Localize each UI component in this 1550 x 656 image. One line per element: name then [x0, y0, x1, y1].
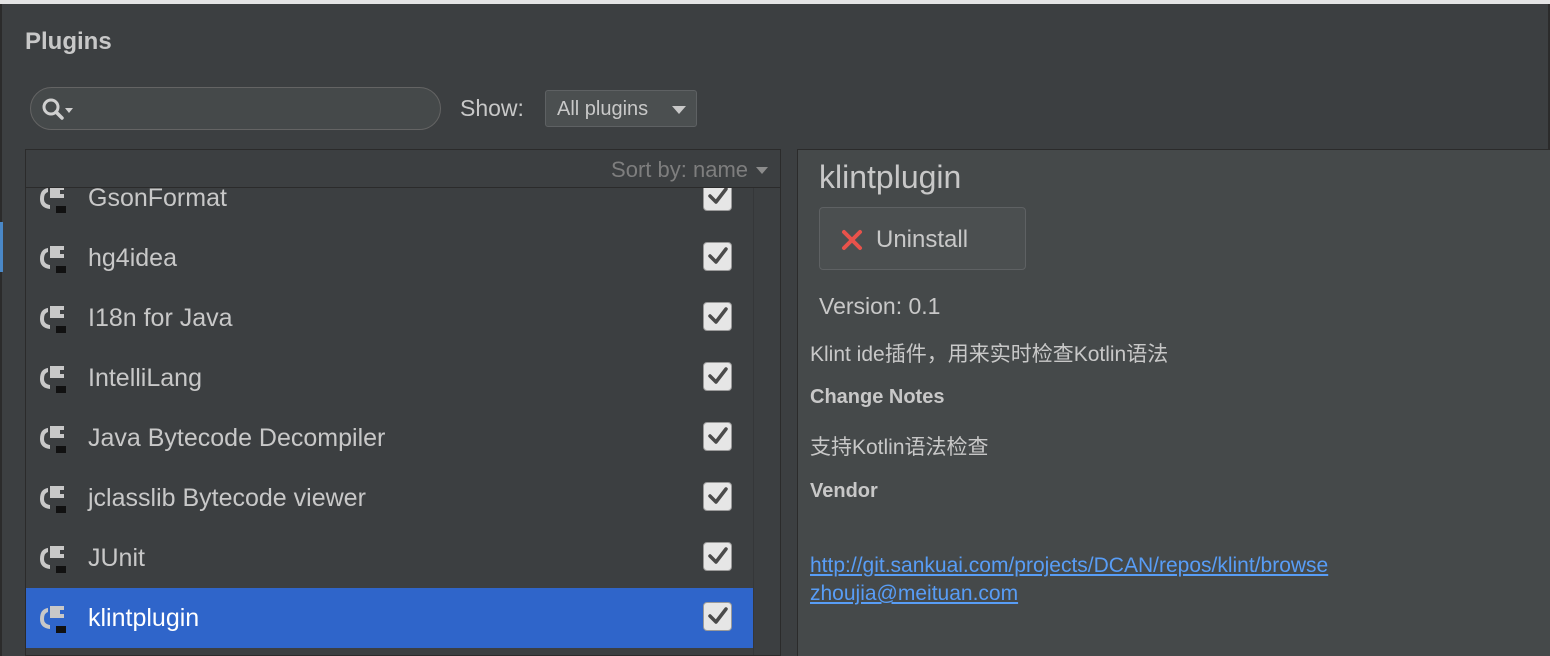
- sort-label[interactable]: Sort by: name: [611, 157, 748, 183]
- plugin-list-item[interactable]: IntelliLang: [26, 348, 753, 408]
- plugin-list-item[interactable]: Java Bytecode Decompiler: [26, 408, 753, 468]
- plugin-enabled-checkbox[interactable]: [703, 542, 732, 571]
- plugin-icon: [38, 364, 70, 394]
- scrollbar[interactable]: [753, 188, 780, 655]
- plugin-enabled-checkbox[interactable]: [703, 242, 732, 271]
- search-icon[interactable]: [41, 97, 75, 121]
- plugin-name: I18n for Java: [88, 304, 233, 332]
- plugin-enabled-checkbox[interactable]: [703, 422, 732, 451]
- plugin-icon: [38, 604, 70, 634]
- plugin-icon: [38, 424, 70, 454]
- plugin-enabled-checkbox[interactable]: [703, 602, 732, 631]
- plugin-details-panel: klintplugin Uninstall Version: 0.1 Klint…: [797, 149, 1550, 656]
- change-notes-text: 支持Kotlin语法检查: [810, 436, 989, 459]
- focus-accent: [0, 222, 3, 272]
- plugin-list: GsonFormat hg4idea I18n for Java IntelliLan…: [26, 168, 753, 655]
- plugin-list-item[interactable]: jclasslib Bytecode viewer: [26, 468, 753, 528]
- uninstall-label: Uninstall: [876, 226, 969, 253]
- vendor-email-link[interactable]: zhoujia@meituan.com: [810, 582, 1018, 606]
- chevron-down-icon[interactable]: [756, 167, 768, 174]
- plugin-enabled-checkbox[interactable]: [703, 362, 732, 391]
- plugin-name: hg4idea: [88, 244, 177, 272]
- vendor-url-link[interactable]: http://git.sankuai.com/projects/DCAN/rep…: [810, 554, 1328, 578]
- search-box[interactable]: [30, 87, 441, 130]
- show-filter-dropdown[interactable]: All plugins: [545, 90, 697, 127]
- plugin-list-item[interactable]: klintplugin: [26, 588, 753, 648]
- plugin-name: JUnit: [88, 544, 145, 572]
- vendor-heading: Vendor: [810, 480, 878, 502]
- search-input[interactable]: [81, 94, 431, 124]
- plugin-list-item[interactable]: hg4idea: [26, 228, 753, 288]
- change-notes-heading: Change Notes: [810, 386, 945, 408]
- window-left-edge: [0, 4, 2, 656]
- plugin-icon: [38, 244, 70, 274]
- details-plugin-name: klintplugin: [819, 159, 962, 195]
- plugin-name: Java Bytecode Decompiler: [88, 424, 386, 452]
- sort-header[interactable]: Sort by: name: [26, 150, 780, 188]
- plugin-name: klintplugin: [88, 604, 200, 632]
- window-top-edge: [0, 0, 1550, 4]
- plugin-icon: [38, 484, 70, 514]
- version-text: Version: 0.1: [819, 293, 941, 319]
- plugin-name: IntelliLang: [88, 364, 202, 392]
- plugin-icon: [38, 544, 70, 574]
- plugin-list-panel: Sort by: name GsonFormat hg4idea I18n for …: [25, 149, 781, 656]
- plugin-description: Klint ide插件，用来实时检查Kotlin语法: [810, 343, 1169, 366]
- plugin-icon: [38, 184, 70, 214]
- plugin-name: GsonFormat: [88, 184, 227, 212]
- plugin-list-item[interactable]: JUnit: [26, 528, 753, 588]
- uninstall-button[interactable]: Uninstall: [819, 207, 1026, 270]
- plugin-enabled-checkbox[interactable]: [703, 302, 732, 331]
- plugin-icon: [38, 304, 70, 334]
- plugin-list-item[interactable]: I18n for Java: [26, 288, 753, 348]
- show-filter-value: All plugins: [557, 98, 649, 120]
- page-title: Plugins: [25, 28, 112, 55]
- close-icon: [842, 230, 862, 250]
- chevron-down-icon: [672, 106, 686, 114]
- show-label: Show:: [460, 95, 524, 121]
- plugin-name: jclasslib Bytecode viewer: [88, 484, 366, 512]
- plugin-enabled-checkbox[interactable]: [703, 482, 732, 511]
